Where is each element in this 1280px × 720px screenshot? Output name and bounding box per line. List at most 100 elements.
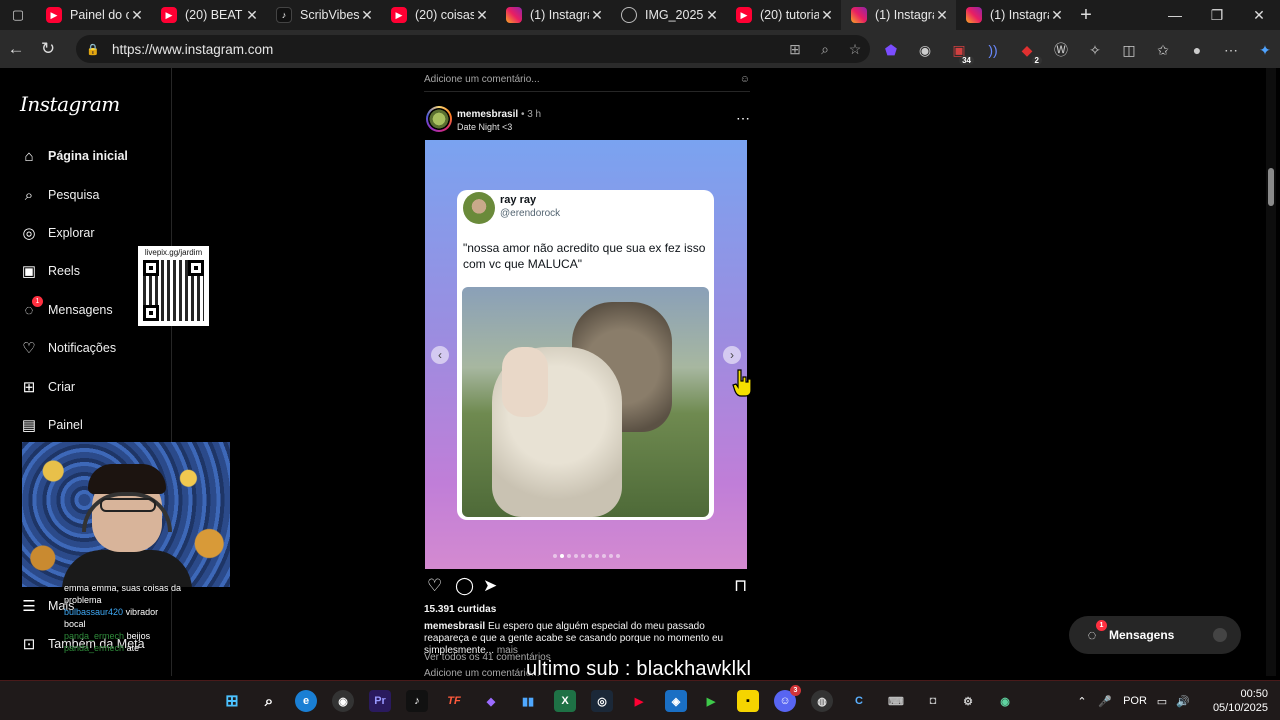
tab-actions-icon[interactable]: ▢ bbox=[0, 0, 36, 30]
extension-shield-icon[interactable]: ⬟ bbox=[874, 38, 908, 62]
extension-owl-icon[interactable]: ◉ bbox=[908, 38, 942, 62]
extension-counter-icon[interactable]: ▣ 34 bbox=[942, 38, 976, 65]
extension-red-icon[interactable]: ◆ 2 bbox=[1010, 38, 1044, 65]
volume-icon[interactable]: 🔊 bbox=[1172, 695, 1194, 708]
comment-icon[interactable]: ◯ bbox=[455, 576, 474, 596]
tiktok-icon[interactable]: ♪ bbox=[406, 690, 428, 712]
browser-tab[interactable]: ▶ (20) coisas c ✕ bbox=[381, 0, 496, 30]
app-available-icon[interactable]: ⊞ bbox=[780, 41, 810, 58]
nav-messages[interactable]: ◌ 1 Mensagens bbox=[20, 296, 113, 324]
youtube-icon[interactable]: ▶ bbox=[628, 690, 650, 712]
extension-w-icon[interactable]: Ⓦ bbox=[1044, 38, 1078, 62]
favorite-star-icon[interactable]: ☆ bbox=[840, 41, 870, 58]
close-tab-icon[interactable]: ✕ bbox=[359, 7, 375, 24]
caption-username[interactable]: memesbrasil bbox=[424, 621, 485, 632]
excel-icon[interactable]: X bbox=[554, 690, 576, 712]
nav-reels[interactable]: ▣ Reels bbox=[20, 257, 80, 285]
nav-dashboard[interactable]: ▤ Painel bbox=[20, 411, 83, 439]
split-screen-icon[interactable]: ◫ bbox=[1112, 38, 1146, 62]
carousel-prev-button[interactable]: ‹ bbox=[431, 346, 449, 364]
browser-tab[interactable]: ♪ ScribVibes ( ✕ bbox=[266, 0, 381, 30]
edge-icon[interactable]: e bbox=[295, 690, 317, 712]
defender-shield-icon[interactable]: ◈ bbox=[665, 690, 687, 712]
close-tab-icon[interactable]: ✕ bbox=[244, 7, 260, 24]
page-scrollbar[interactable] bbox=[1266, 68, 1276, 676]
app-round-icon[interactable]: ◍ bbox=[811, 690, 833, 712]
sticky-notes-icon[interactable]: ▪ bbox=[737, 690, 759, 712]
nav-explore[interactable]: ◎ Explorar bbox=[20, 219, 94, 247]
post-audio-subtitle[interactable]: Date Night <3 bbox=[457, 122, 512, 132]
obs-icon[interactable]: ◉ bbox=[332, 690, 354, 712]
nav-notifications[interactable]: ♡ Notificações bbox=[20, 334, 116, 362]
nav-home[interactable]: ⌂ Página inicial bbox=[20, 142, 127, 170]
add-comment-input[interactable]: Adicione um comentário... bbox=[424, 668, 540, 676]
close-tab-icon[interactable]: ✕ bbox=[474, 7, 490, 24]
favorites-icon[interactable]: ✩ bbox=[1146, 38, 1180, 62]
messages-floating-button[interactable]: ◌ 1 Mensagens bbox=[1069, 616, 1241, 654]
share-send-icon[interactable]: ➤ bbox=[483, 576, 497, 596]
back-icon[interactable]: ← bbox=[0, 30, 32, 68]
restore-icon[interactable]: ❐ bbox=[1196, 0, 1238, 30]
browser-tab-active[interactable]: (1) Instagran ✕ bbox=[841, 0, 956, 30]
input-language[interactable]: POR bbox=[1118, 695, 1152, 707]
close-window-icon[interactable]: ✕ bbox=[1238, 0, 1280, 30]
emoji-icon[interactable]: ☺ bbox=[740, 74, 750, 85]
previous-post-comment-input[interactable]: Adicione um comentário... ☺ bbox=[424, 68, 750, 92]
post-avatar[interactable] bbox=[426, 106, 452, 132]
browser-tab[interactable]: ▶ Painel do ca ✕ bbox=[36, 0, 151, 30]
minimize-icon[interactable]: — bbox=[1154, 0, 1196, 30]
search-icon[interactable]: ⌕ bbox=[258, 690, 280, 712]
qr-label: livepix.gg/jardim bbox=[144, 248, 203, 257]
browser-tab[interactable]: ▶ (20) BEAT N ✕ bbox=[151, 0, 266, 30]
display-icon[interactable]: ▭ bbox=[1152, 695, 1172, 708]
refresh-icon[interactable]: ↻ bbox=[32, 30, 64, 68]
site-info-icon[interactable]: 🔒 bbox=[86, 43, 104, 56]
windows-start-icon[interactable]: ⊞ bbox=[221, 690, 243, 712]
tf-icon[interactable]: TF bbox=[443, 690, 465, 712]
terminal-icon[interactable]: ▶ bbox=[700, 690, 722, 712]
tray-overflow-icon[interactable]: ⌃ bbox=[1072, 695, 1092, 708]
nav-label: Pesquisa bbox=[48, 188, 100, 202]
capcut-icon[interactable]: C bbox=[848, 690, 870, 712]
scrollbar-thumb[interactable] bbox=[1268, 168, 1274, 206]
more-options-icon[interactable]: ⋯ bbox=[736, 110, 750, 127]
settings-menu-icon[interactable]: ⋯ bbox=[1214, 38, 1248, 62]
new-tab-button[interactable]: + bbox=[1071, 4, 1101, 27]
nav-create[interactable]: ⊞ Criar bbox=[20, 373, 75, 401]
premiere-icon[interactable]: Pr bbox=[369, 690, 391, 712]
instagram-logo[interactable]: Instagram bbox=[20, 92, 120, 116]
close-tab-icon[interactable]: ✕ bbox=[129, 7, 145, 24]
settings-gear-icon[interactable]: ⚙ bbox=[957, 690, 979, 712]
like-heart-icon[interactable]: ♡ bbox=[427, 576, 442, 596]
browser-tab[interactable]: (1) Instagran ✕ bbox=[496, 0, 611, 30]
app-diamond-icon[interactable]: ◆ bbox=[480, 690, 502, 712]
close-tab-icon[interactable]: ✕ bbox=[704, 7, 720, 24]
browser-tab[interactable]: ▶ (20) tutorial ✕ bbox=[726, 0, 841, 30]
bookmark-icon[interactable]: ⊓ bbox=[734, 576, 747, 596]
carousel-next-button[interactable]: › bbox=[723, 346, 741, 364]
browser-globe-icon[interactable]: ◉ bbox=[994, 690, 1016, 712]
extension-audio-icon[interactable]: )) bbox=[976, 38, 1010, 62]
copilot-icon[interactable]: ✦ bbox=[1248, 38, 1280, 62]
discord-icon[interactable]: ☺ 3 bbox=[774, 685, 801, 712]
extensions-puzzle-icon[interactable]: ✧ bbox=[1078, 38, 1112, 62]
audio-wave-icon[interactable]: ▮▮ bbox=[517, 690, 539, 712]
controller-icon[interactable]: ◘ bbox=[922, 690, 944, 712]
post-username[interactable]: memesbrasil • 3 h bbox=[457, 109, 541, 120]
browser-tab[interactable]: IMG_20251 ✕ bbox=[611, 0, 726, 30]
browser-tab[interactable]: (1) Instagran ✕ bbox=[956, 0, 1071, 30]
post-carousel-media[interactable]: ray ray @erendorock "nossa amor não acre… bbox=[425, 140, 747, 569]
close-tab-icon[interactable]: ✕ bbox=[819, 7, 835, 24]
steam-icon[interactable]: ◎ bbox=[591, 690, 613, 712]
nav-search[interactable]: ⌕ Pesquisa bbox=[20, 181, 100, 209]
zoom-icon[interactable]: ⌕ bbox=[810, 41, 840, 58]
close-tab-icon[interactable]: ✕ bbox=[1049, 7, 1065, 24]
system-clock[interactable]: 00:50 05/10/2025 bbox=[1213, 687, 1268, 715]
close-tab-icon[interactable]: ✕ bbox=[589, 7, 605, 24]
close-tab-icon[interactable]: ✕ bbox=[934, 7, 950, 24]
profile-avatar-icon[interactable]: ● bbox=[1180, 38, 1214, 62]
address-bar[interactable]: 🔒 https://www.instagram.com ⊞ ⌕ ☆ bbox=[76, 35, 870, 63]
like-count[interactable]: 15.391 curtidas bbox=[424, 604, 496, 615]
keyboard-icon[interactable]: ⌨ bbox=[885, 690, 907, 712]
microphone-icon[interactable]: 🎤 bbox=[1092, 695, 1118, 708]
